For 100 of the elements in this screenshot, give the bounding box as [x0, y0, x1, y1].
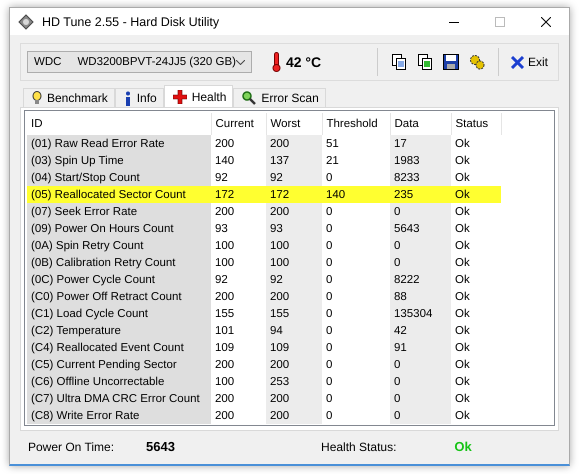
health-status-label: Health Status: [321, 440, 396, 454]
exit-button[interactable]: Exit [506, 53, 552, 71]
table-cell: (C7) Ultra DMA CRC Error Count [27, 390, 211, 407]
table-cell: Ok [451, 135, 501, 152]
table-cell: Ok [451, 288, 501, 305]
table-cell: 0 [390, 254, 451, 271]
table-cell: (09) Power On Hours Count [27, 220, 211, 237]
table-cell: 200 [266, 356, 322, 373]
table-row[interactable]: (05) Reallocated Sector Count 172 172 140 235 Ok [27, 186, 501, 203]
table-row[interactable]: (C4) Reallocated Event Count 109 109 0 91 Ok [27, 339, 501, 356]
table-row[interactable]: (0C) Power Cycle Count 92 92 0 8222 Ok [27, 271, 501, 288]
tab[interactable]: Benchmark [23, 88, 115, 107]
table-cell: 100 [211, 254, 266, 271]
table-cell: 0 [390, 356, 451, 373]
table-cell: 109 [211, 339, 266, 356]
table-cell: (07) Seek Error Rate [27, 203, 211, 220]
tab[interactable]: Health [164, 85, 234, 107]
table-cell: 137 [266, 152, 322, 169]
table-cell: (01) Raw Read Error Rate [27, 135, 211, 152]
table-cell: 200 [211, 135, 266, 152]
table-cell: Ok [451, 186, 501, 203]
table-cell: Ok [451, 220, 501, 237]
table-cell: 0 [322, 271, 390, 288]
table-cell: (04) Start/Stop Count [27, 169, 211, 186]
table-row[interactable]: (07) Seek Error Rate 200 200 0 0 Ok [27, 203, 501, 220]
table-row[interactable]: (01) Raw Read Error Rate 200 200 51 17 Ok [27, 135, 501, 152]
table-cell: 200 [211, 203, 266, 220]
table-cell: 92 [266, 169, 322, 186]
thermometer-icon [272, 52, 281, 72]
table-cell: Ok [451, 271, 501, 288]
table-cell: 200 [211, 288, 266, 305]
table-cell: 42 [390, 322, 451, 339]
tab[interactable]: Info [114, 88, 164, 107]
table-cell: 200 [266, 390, 322, 407]
table-row[interactable]: (03) Spin Up Time 140 137 21 1983 Ok [27, 152, 501, 169]
column-header[interactable]: Current [211, 113, 266, 135]
table-cell: 0 [322, 288, 390, 305]
table-cell: 200 [266, 203, 322, 220]
table-row[interactable]: (C1) Load Cycle Count 155 155 0 135304 Ok [27, 305, 501, 322]
table-cell: 200 [266, 135, 322, 152]
table-row[interactable]: (04) Start/Stop Count 92 92 0 8233 Ok [27, 169, 501, 186]
table-cell: 92 [211, 169, 266, 186]
table-cell: 0 [322, 220, 390, 237]
table-cell: (05) Reallocated Sector Count [27, 186, 211, 203]
table-cell: 21 [322, 152, 390, 169]
table-cell: Ok [451, 339, 501, 356]
table-cell: 93 [211, 220, 266, 237]
window-title: HD Tune 2.55 - Hard Disk Utility [42, 14, 220, 28]
table-cell: Ok [451, 407, 501, 424]
table-cell: (0B) Calibration Retry Count [27, 254, 211, 271]
table-cell: (C1) Load Cycle Count [27, 305, 211, 322]
table-cell: 100 [211, 373, 266, 390]
table-cell: 101 [211, 322, 266, 339]
table-cell: 155 [211, 305, 266, 322]
power-on-value: 5643 [146, 439, 176, 454]
drive-dropdown[interactable]: WDC WD3200BPVT-24JJ5 (320 GB) [27, 51, 252, 73]
table-cell: 88 [390, 288, 451, 305]
table-row[interactable]: (C8) Write Error Rate 200 200 0 0 Ok [27, 407, 501, 424]
table-row[interactable]: (C0) Power Off Retract Count 200 200 0 88 Ok [27, 288, 501, 305]
tab[interactable]: Error Scan [233, 88, 326, 107]
table-row[interactable]: (C6) Offline Uncorrectable 100 253 0 0 Ok [27, 373, 501, 390]
table-row[interactable]: (0A) Spin Retry Count 100 100 0 0 Ok [27, 237, 501, 254]
table-cell: 0 [322, 237, 390, 254]
table-cell: (C8) Write Error Rate [27, 407, 211, 424]
table-cell: 92 [211, 271, 266, 288]
column-header[interactable]: Threshold [322, 113, 390, 135]
table-row[interactable]: (0B) Calibration Retry Count 100 100 0 0 Ok [27, 254, 501, 271]
table-row[interactable]: (C5) Current Pending Sector 200 200 0 0 Ok [27, 356, 501, 373]
table-row[interactable]: (09) Power On Hours Count 93 93 0 5643 Ok [27, 220, 501, 237]
table-cell: 91 [390, 339, 451, 356]
table-cell: 0 [322, 356, 390, 373]
table-cell: (03) Spin Up Time [27, 152, 211, 169]
table-cell: Ok [451, 322, 501, 339]
table-cell: Ok [451, 203, 501, 220]
table-cell: 0 [390, 407, 451, 424]
table-cell: 17 [390, 135, 451, 152]
table-cell: 140 [211, 152, 266, 169]
close-icon[interactable] [541, 16, 551, 26]
table-cell: 155 [266, 305, 322, 322]
table-cell: (C0) Power Off Retract Count [27, 288, 211, 305]
health-status-value: Ok [454, 439, 472, 454]
table-row[interactable]: (C7) Ultra DMA CRC Error Count 200 200 0 0 Ok [27, 390, 501, 407]
table-cell: 51 [322, 135, 390, 152]
table-cell: 94 [266, 322, 322, 339]
table-cell: 0 [390, 203, 451, 220]
table-cell: 200 [211, 390, 266, 407]
table-cell: 1983 [390, 152, 451, 169]
table-cell: (C6) Offline Uncorrectable [27, 373, 211, 390]
column-header[interactable]: Status [451, 113, 501, 135]
power-on-label: Power On Time: [28, 440, 114, 454]
table-cell: 200 [211, 407, 266, 424]
table-cell: Ok [451, 254, 501, 271]
table-cell: 8233 [390, 169, 451, 186]
table-cell: 0 [322, 407, 390, 424]
table-cell: 0 [390, 373, 451, 390]
table-cell: (C2) Temperature [27, 322, 211, 339]
close-icon [510, 56, 524, 68]
table-cell: 253 [266, 373, 322, 390]
table-row[interactable]: (C2) Temperature 101 94 0 42 Ok [27, 322, 501, 339]
table-cell: 109 [266, 339, 322, 356]
